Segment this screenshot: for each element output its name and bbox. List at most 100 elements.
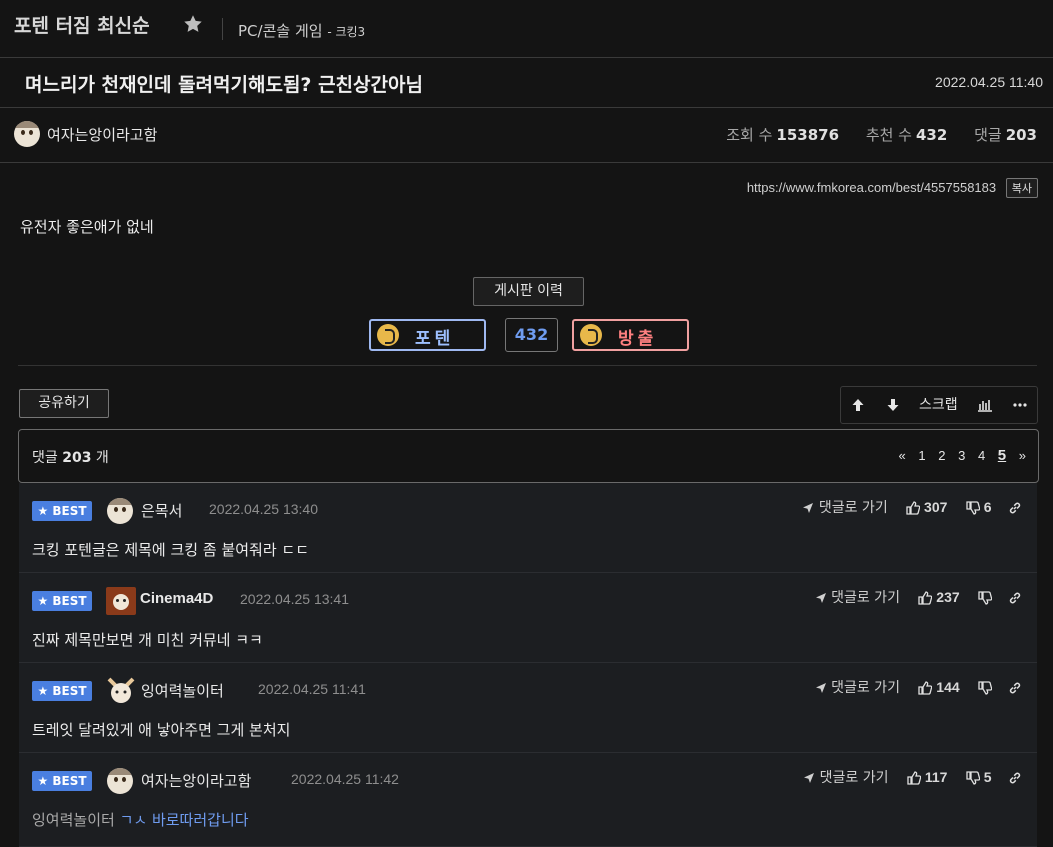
- comment-avatar[interactable]: [107, 677, 135, 705]
- comment-avatar[interactable]: [107, 768, 133, 794]
- reply-mention[interactable]: 잉여력놀이터: [32, 811, 115, 829]
- thumbs-up-icon: [907, 771, 921, 785]
- link-icon[interactable]: [1008, 501, 1022, 515]
- comment-text: 진짜 제목만보면 개 미친 커뮤네 ㅋㅋ: [32, 631, 263, 649]
- share-button[interactable]: 공유하기: [19, 389, 109, 418]
- last-page-icon[interactable]: »: [1019, 448, 1026, 463]
- page-2[interactable]: 2: [938, 448, 945, 463]
- downvote-button[interactable]: 5: [966, 769, 992, 785]
- upvote-button[interactable]: 307: [906, 499, 947, 515]
- vote-up-label: 포텐: [415, 329, 455, 349]
- comment-text: 크킹 포텐글은 제목에 크킹 좀 붙여줘라 ㄷㄷ: [32, 541, 310, 559]
- comments-label: 댓글: [974, 126, 1002, 144]
- navigate-icon: [803, 503, 814, 513]
- post-url[interactable]: https://www.fmkorea.com/best/4557558183: [747, 180, 996, 195]
- vote-count: 432: [505, 318, 558, 352]
- goto-comment-link[interactable]: 댓글로 가기: [802, 500, 888, 516]
- author-name[interactable]: 여자는앙이라고함: [47, 124, 157, 145]
- recommend-label: 추천 수: [865, 126, 912, 144]
- comment-count: 댓글 203 개: [32, 447, 109, 467]
- scrap-button[interactable]: 스크랩: [919, 387, 958, 423]
- best-badge: ★ BEST: [32, 771, 92, 791]
- comment-text: 잉여력놀이터 ㄱㅅ 바로따러갑니다: [32, 809, 249, 830]
- category-breadcrumb[interactable]: PC/콘솔 게임 - 크킹3: [238, 20, 365, 41]
- comment-pagination: « 1 2 3 4 5 »: [890, 447, 1027, 464]
- board-title[interactable]: 포텐 터짐 최신순: [14, 11, 150, 38]
- post-body: 유전자 좋은애가 없네: [20, 218, 154, 236]
- author-avatar[interactable]: [14, 121, 40, 147]
- best-badge: ★ BEST: [32, 501, 92, 521]
- best-badge: ★ BEST: [32, 681, 92, 701]
- arrow-up-icon[interactable]: [851, 398, 865, 412]
- comment-author[interactable]: 잉여력놀이터: [141, 680, 224, 701]
- vote-down-label: 방출: [618, 329, 658, 349]
- post-title: 며느리가 천재인데 돌려먹기해도됨? 근친상간아님: [25, 74, 423, 96]
- comment-item: ★ BEST 은목서 2022.04.25 13:40 댓글로 가기 307 6…: [19, 483, 1037, 573]
- thumbs-down-icon: [978, 591, 993, 605]
- vote-down-button[interactable]: 방출: [572, 319, 689, 351]
- goto-comment-link[interactable]: 댓글로 가기: [815, 590, 900, 606]
- link-icon[interactable]: [1008, 681, 1022, 695]
- comment-date: 2022.04.25 13:41: [240, 591, 349, 607]
- star-icon[interactable]: [182, 13, 204, 35]
- board-history-button[interactable]: 게시판 이력: [473, 277, 584, 306]
- post-stats: 조회 수 153876 추천 수 432 댓글 203: [726, 124, 1037, 145]
- comment-author[interactable]: 은목서: [141, 500, 182, 521]
- views-count: 153876: [776, 126, 840, 144]
- comment-author[interactable]: 여자는앙이라고함: [141, 770, 251, 791]
- comment-date: 2022.04.25 11:41: [258, 681, 366, 697]
- comment-item: ★ BEST Cinema4D 2022.04.25 13:41 댓글로 가기 …: [19, 573, 1037, 663]
- comment-avatar[interactable]: [107, 498, 133, 524]
- comments-header: 댓글 203 개 « 1 2 3 4 5 »: [18, 429, 1039, 483]
- thumbs-down-icon: [978, 681, 993, 695]
- upvote-button[interactable]: 144: [918, 679, 960, 695]
- comments-count: 203: [1005, 126, 1037, 144]
- category-label[interactable]: PC/콘솔 게임: [238, 22, 323, 40]
- copy-url-button[interactable]: 복사: [1005, 178, 1038, 198]
- comment-avatar[interactable]: [106, 587, 136, 615]
- board-header: 포텐 터짐 최신순 PC/콘솔 게임 - 크킹3: [0, 0, 1053, 58]
- navigate-icon: [815, 593, 826, 603]
- downvote-button[interactable]: [978, 679, 996, 695]
- comment-date: 2022.04.25 11:42: [291, 771, 399, 787]
- arrow-down-icon[interactable]: [886, 398, 900, 412]
- post-meta: 여자는앙이라고함 조회 수 153876 추천 수 432 댓글 203: [0, 108, 1053, 163]
- post-header: 며느리가 천재인데 돌려먹기해도됨? 근친상간아님 2022.04.25 11:…: [0, 57, 1053, 108]
- link-icon[interactable]: [1008, 591, 1022, 605]
- views-label: 조회 수: [726, 126, 773, 144]
- comment-item: ★ BEST 여자는앙이라고함 2022.04.25 11:42 댓글로 가기 …: [19, 753, 1037, 847]
- link-icon[interactable]: [1008, 771, 1022, 785]
- thumbs-down-icon: [966, 771, 980, 785]
- comment-author[interactable]: Cinema4D: [140, 590, 213, 607]
- page-4[interactable]: 4: [978, 448, 985, 463]
- navigate-icon: [804, 773, 815, 783]
- thumbs-down-icon: [966, 501, 980, 515]
- potential-icon: [377, 324, 399, 346]
- upvote-button[interactable]: 237: [918, 589, 960, 605]
- comment-actions: 댓글로 가기 144: [815, 677, 1022, 697]
- content-divider: [18, 365, 1037, 366]
- first-page-icon[interactable]: «: [899, 448, 906, 463]
- comment-item: ★ BEST 잉여력놀이터 2022.04.25 11:41 댓글로 가기 14…: [19, 663, 1037, 753]
- downvote-button[interactable]: 6: [966, 499, 992, 515]
- goto-comment-link[interactable]: 댓글로 가기: [803, 770, 888, 786]
- post-toolbar: 스크랩: [840, 386, 1038, 424]
- reply-text: ㄱㅅ 바로따러갑니다: [119, 811, 249, 829]
- downvote-button[interactable]: [978, 589, 996, 605]
- subcategory-label[interactable]: - 크킹3: [327, 25, 365, 39]
- post-url-row: https://www.fmkorea.com/best/4557558183 …: [747, 178, 1038, 198]
- upvote-button[interactable]: 117: [907, 769, 947, 785]
- header-divider: [222, 18, 223, 40]
- page-3[interactable]: 3: [958, 448, 965, 463]
- post-date: 2022.04.25 11:40: [935, 74, 1043, 90]
- thumbs-up-icon: [906, 501, 921, 515]
- page-current[interactable]: 5: [998, 447, 1006, 464]
- more-icon[interactable]: [1013, 402, 1027, 408]
- page-1[interactable]: 1: [918, 448, 925, 463]
- stats-icon[interactable]: [977, 398, 993, 412]
- comment-text: 트레잇 달려있게 애 낳아주면 그게 본처지: [32, 721, 291, 739]
- comment-count-suffix: 개: [95, 450, 109, 466]
- vote-up-button[interactable]: 포텐: [369, 319, 486, 351]
- release-icon: [580, 324, 602, 346]
- goto-comment-link[interactable]: 댓글로 가기: [815, 680, 900, 696]
